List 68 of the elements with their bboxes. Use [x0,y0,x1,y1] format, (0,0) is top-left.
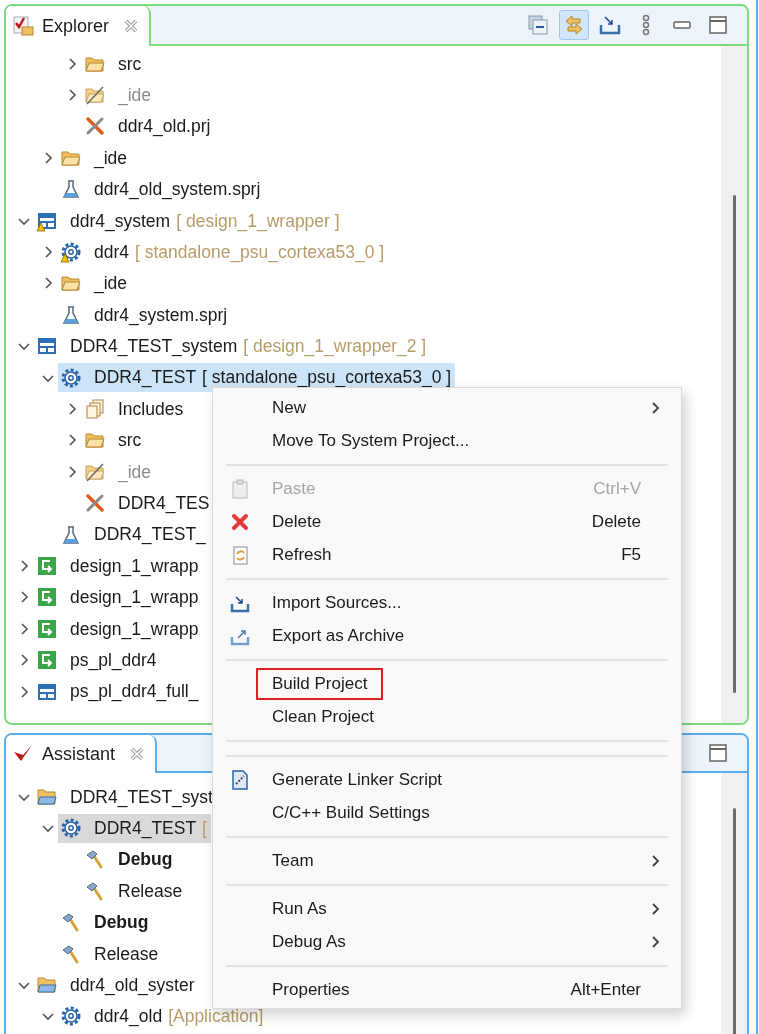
tree-item[interactable]: src [82,425,146,455]
chevron-right-icon[interactable] [42,277,54,290]
tree-item[interactable]: Release [82,876,187,906]
tree-item[interactable]: design_1_wrapp [34,614,203,644]
chevron-right-icon[interactable] [18,559,30,572]
chevron-down-icon[interactable] [18,340,30,353]
collapse-all-icon [526,13,550,37]
tree-item[interactable]: ddr4_system [ design_1_wrapper ] [34,206,344,236]
menu-item[interactable]: Delete Delete [213,505,681,538]
chevron-right-icon[interactable] [42,151,54,164]
menu-item[interactable]: Clean Project [213,700,681,733]
tree-item[interactable]: Includes [82,394,188,424]
tree-item[interactable]: ddr4_old_system.sprj [58,174,265,204]
chevron-down-icon[interactable] [42,822,54,835]
menu-item[interactable]: Export as Archive [213,619,681,652]
maximize-icon [706,13,730,37]
tree-item[interactable]: _ide [58,268,132,298]
chevron-right-icon[interactable] [66,89,78,102]
menu-item[interactable]: Build Project [213,667,681,700]
tree-item[interactable]: ps_pl_ddr4 [34,645,161,675]
chevron-right-icon[interactable] [18,591,30,604]
document-icon [229,768,251,791]
scrollbar[interactable] [721,46,747,723]
tree-item[interactable]: _ide [58,143,132,173]
tree-item[interactable]: DDR4_TEST_system [ design_1_wrapper_2 ] [34,331,431,361]
tree-item[interactable]: Debug [58,907,153,937]
import-icon [598,13,622,37]
gear-icon [60,1005,82,1028]
menu-item[interactable]: Run As [213,892,681,925]
tree-item[interactable]: Debug [82,844,177,874]
maximize-icon [706,741,730,765]
chevron-right-icon[interactable] [42,246,54,259]
chevron-down-icon[interactable] [18,979,30,992]
tree-item[interactable]: ddr4 [ standalone_psu_cortexa53_0 ] [58,237,389,267]
tree-item[interactable]: Release [58,939,163,969]
tree-item[interactable]: design_1_wrapp [34,582,203,612]
explorer-tab[interactable]: Explorer [6,6,152,46]
menu-item[interactable]: Refresh F5 [213,538,681,571]
chevron-right-icon[interactable] [18,622,30,635]
scrollbar-thumb[interactable] [732,808,736,1034]
chevron-down-icon[interactable] [42,1010,54,1023]
chevron-right-icon[interactable] [66,57,78,70]
check-folder-icon [12,15,34,37]
gear-icon [60,817,82,840]
chevron-right-icon[interactable] [66,434,78,447]
chevron-right-icon[interactable] [18,685,30,698]
menu-item[interactable]: Move To System Project... [213,424,681,457]
tree-item[interactable]: design_1_wrapp [34,551,203,581]
scrollbar-thumb[interactable] [732,195,736,693]
menu-item[interactable]: Debug As [213,925,681,958]
menu-item[interactable]: Import Sources... [213,586,681,619]
clipboard-icon [229,477,251,500]
chevron-right-icon[interactable] [18,654,30,667]
menu-item[interactable]: New [213,391,681,424]
tree-item[interactable]: DDR4_TEST [ [58,813,211,843]
chevron-right-icon[interactable] [66,403,78,415]
chevron-right-icon[interactable] [66,465,78,478]
tree-item[interactable]: ddr4_old.prj [82,111,215,141]
minimize-icon [673,21,691,29]
tree-item[interactable]: ps_pl_ddr4_full_ [34,677,203,706]
tree-item[interactable]: ddr4_system.sprj [58,300,232,330]
tree-item[interactable]: ddr4_old_syster [34,970,199,1000]
tree-item[interactable]: DDR4_TEST_ [58,520,210,550]
tree-item[interactable]: DDR4_TES [82,488,214,518]
menu-item[interactable]: Team [213,844,681,877]
tree-item[interactable]: src [82,49,146,79]
scrollbar[interactable] [721,773,747,1034]
assistant-tab[interactable]: Assistant [6,735,158,773]
